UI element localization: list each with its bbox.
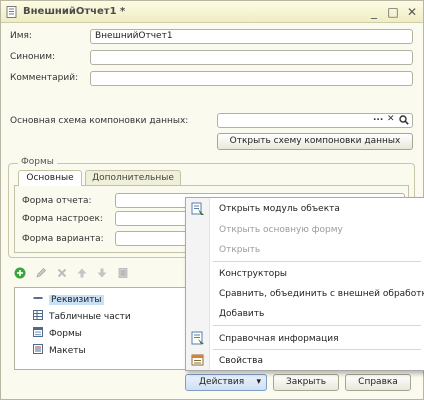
module-icon [191,202,204,215]
forms-group-title: Формы [18,157,57,167]
name-label: Имя: [10,31,32,41]
schema-label: Основная схема компоновки данных: [10,116,189,126]
properties-icon [191,354,204,366]
template-icon [33,344,43,354]
external-report-window: ВнешнийОтчет1 * _ □ ✕ Имя: ВнешнийОтчет1… [0,0,424,400]
menu-separator [213,349,421,350]
close-button[interactable]: Закрыть [273,374,339,391]
tree-item-attributes[interactable]: Реквизиты [33,293,104,307]
menu-item-compare-merge[interactable]: Сравнить, объединить с внешней обработко… [219,289,424,299]
edit-icon[interactable] [35,267,47,279]
delete-icon[interactable] [56,267,68,279]
schema-field[interactable] [217,113,413,128]
actions-button[interactable]: Действия ▾ [185,374,267,391]
help-icon [191,331,204,345]
help-button[interactable]: Справка [345,374,411,391]
tree-item-label: Реквизиты [49,295,104,305]
chevron-down-icon: ▾ [256,377,261,387]
tree-item-forms[interactable]: Формы [33,327,82,341]
menu-separator [213,325,421,326]
report-form-label: Форма отчета: [22,196,92,206]
settings-form-label: Форма настроек: [22,214,103,224]
tree-item-label: Макеты [49,346,86,356]
close-window-button[interactable]: ✕ [405,5,419,19]
move-up-icon[interactable] [76,267,88,279]
synonym-field[interactable] [90,50,413,65]
menu-item-reference-info[interactable]: Справочная информация [219,334,339,344]
name-field[interactable]: ВнешнийОтчет1 [90,29,413,44]
tree-item-label: Формы [49,329,82,339]
comment-field[interactable] [90,71,413,86]
maximize-button[interactable]: □ [386,5,400,19]
add-icon[interactable] [14,267,26,279]
menu-item-properties[interactable]: Свойства [219,356,263,366]
open-schema-button[interactable]: Открыть схему компоновки данных [217,133,413,150]
menu-item-add[interactable]: Добавить [219,309,264,319]
menu-item-open[interactable]: Открыть [219,245,260,255]
variant-form-label: Форма варианта: [22,234,104,244]
synonym-label: Синоним: [10,52,56,62]
attributes-icon [33,297,43,299]
comment-label: Комментарий: [10,73,79,83]
tab-additional[interactable]: Дополнительные [85,170,181,186]
schema-clear-icon[interactable]: ✕ [387,114,395,124]
menu-separator [213,261,421,262]
move-down-icon[interactable] [96,267,108,279]
menu-item-open-main-form[interactable]: Открыть основную форму [219,225,343,235]
table-icon [33,310,43,320]
minimize-button[interactable]: _ [367,5,381,19]
tree-item-templates[interactable]: Макеты [33,344,86,358]
tab-main[interactable]: Основные [18,170,82,186]
tree-item-tabular-parts[interactable]: Табличные части [33,310,131,324]
actions-context-menu: Открыть модуль объекта Открыть основную … [185,197,424,371]
title-bar: ВнешнийОтчет1 * _ □ ✕ [1,1,423,23]
sort-icon[interactable] [117,267,129,279]
form-icon [33,327,43,337]
report-icon [6,6,17,18]
menu-item-open-object-module[interactable]: Открыть модуль объекта [219,204,340,214]
tree-item-label: Табличные части [49,312,131,322]
menu-item-constructors[interactable]: Конструкторы [219,269,287,279]
actions-button-label: Действия [199,377,245,387]
window-title: ВнешнийОтчет1 * [23,6,126,17]
search-icon[interactable] [399,115,409,125]
schema-select-button[interactable]: ... [373,113,383,123]
